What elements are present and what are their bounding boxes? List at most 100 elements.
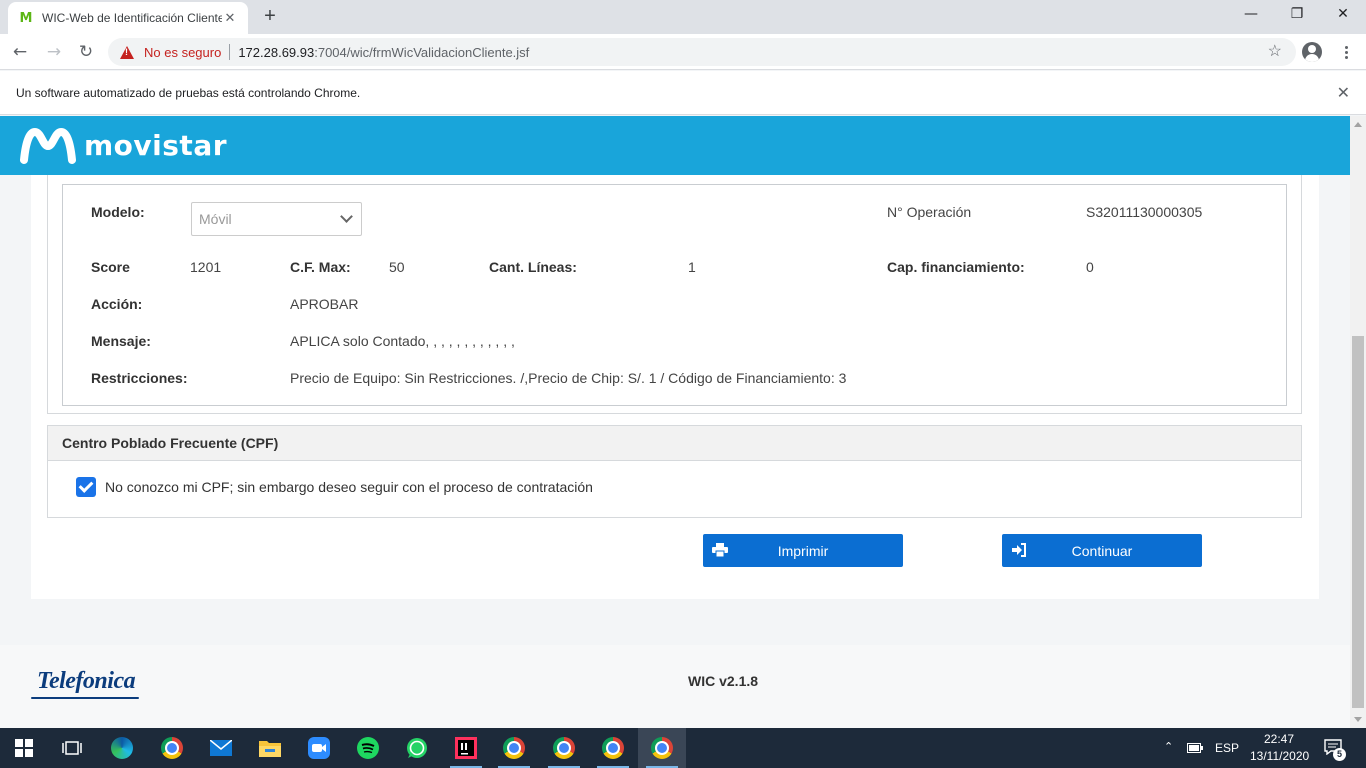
infobar-close-icon[interactable]: ✕ bbox=[1337, 83, 1350, 102]
task-view-icon bbox=[62, 741, 82, 755]
tray-overflow-icon[interactable]: ⌃ bbox=[1164, 740, 1173, 753]
page-viewport: movistar Modelo: Móvil N° Operación S320… bbox=[0, 116, 1350, 728]
taskbar-chrome-1[interactable] bbox=[148, 728, 196, 768]
mail-icon bbox=[210, 740, 232, 756]
mensaje-value: APLICA solo Contado, , , , , , , , , , ,… bbox=[290, 333, 515, 349]
windows-taskbar: ⌃ ESP 22:47 13/11/2020 5 bbox=[0, 728, 1366, 768]
address-separator bbox=[229, 44, 231, 60]
capfin-label: Cap. financiamiento: bbox=[887, 259, 1025, 275]
bookmark-star-icon[interactable]: ☆ bbox=[1268, 41, 1282, 61]
taskbar-intellij[interactable] bbox=[442, 728, 490, 768]
scroll-down-icon[interactable] bbox=[1354, 717, 1362, 722]
brand-name: movistar bbox=[84, 129, 228, 162]
lineas-label: Cant. Líneas: bbox=[489, 259, 577, 275]
taskbar-chrome-5[interactable] bbox=[638, 728, 686, 768]
taskbar-spotify[interactable] bbox=[344, 728, 392, 768]
cpf-checkbox[interactable] bbox=[76, 477, 96, 497]
taskbar-zoom[interactable] bbox=[295, 728, 343, 768]
language-indicator[interactable]: ESP bbox=[1215, 741, 1239, 755]
telefonica-logo-underline bbox=[31, 697, 139, 699]
battery-icon[interactable] bbox=[1187, 742, 1203, 754]
minimize-icon[interactable]: — bbox=[1228, 0, 1274, 30]
continue-button[interactable]: Continuar bbox=[1002, 534, 1202, 567]
browser-toolbar: ← → ↻ No es seguro 172.28.69.93:7004/wic… bbox=[0, 34, 1366, 70]
movistar-logo-icon bbox=[20, 127, 76, 164]
url-path[interactable]: :7004/wic/frmWicValidacionCliente.jsf bbox=[314, 45, 529, 60]
security-status[interactable]: No es seguro bbox=[144, 45, 221, 60]
modelo-select[interactable]: Móvil bbox=[191, 202, 362, 236]
app-version: WIC v2.1.8 bbox=[688, 673, 759, 689]
score-label: Score bbox=[91, 259, 130, 275]
chrome-icon bbox=[161, 737, 183, 759]
more-menu-icon[interactable] bbox=[1336, 42, 1356, 62]
cpf-option[interactable]: No conozco mi CPF; sin embargo deseo seg… bbox=[76, 477, 593, 497]
task-view-button[interactable] bbox=[48, 728, 96, 768]
new-tab-icon[interactable]: + bbox=[258, 5, 282, 29]
intellij-icon bbox=[455, 737, 477, 759]
movistar-favicon-icon: M bbox=[19, 10, 33, 26]
modelo-selected-value: Móvil bbox=[199, 211, 232, 227]
start-button[interactable] bbox=[0, 728, 48, 768]
telefonica-logo: Telefonica bbox=[37, 668, 136, 694]
page-scrollbar[interactable] bbox=[1350, 116, 1366, 728]
operacion-value: S32011130000305 bbox=[1086, 204, 1203, 220]
reload-icon[interactable]: ↻ bbox=[74, 40, 98, 64]
forward-icon[interactable]: → bbox=[42, 40, 66, 64]
taskbar-mail[interactable] bbox=[197, 728, 245, 768]
scroll-up-icon[interactable] bbox=[1354, 122, 1362, 127]
score-value: 1201 bbox=[190, 259, 222, 275]
warning-icon[interactable] bbox=[120, 45, 134, 59]
address-bar[interactable]: No es seguro 172.28.69.93:7004/wic/frmWi… bbox=[108, 38, 1296, 66]
print-button-label: Imprimir bbox=[777, 542, 829, 559]
sign-in-icon bbox=[1012, 543, 1026, 557]
profile-icon[interactable] bbox=[1302, 42, 1322, 62]
close-window-icon[interactable]: ✕ bbox=[1320, 0, 1366, 30]
zoom-icon bbox=[308, 737, 330, 759]
whatsapp-icon bbox=[407, 738, 427, 758]
taskbar-edge[interactable] bbox=[98, 728, 146, 768]
url-host[interactable]: 172.28.69.93 bbox=[238, 45, 314, 60]
restricciones-value: Precio de Equipo: Sin Restricciones. /,P… bbox=[290, 370, 847, 386]
cpf-panel: Centro Poblado Frecuente (CPF) No conozc… bbox=[47, 425, 1302, 518]
clock-time[interactable]: 22:47 bbox=[1264, 732, 1294, 746]
cfmax-label: C.F. Max: bbox=[290, 259, 351, 275]
chrome-icon bbox=[602, 737, 624, 759]
taskbar-chrome-3[interactable] bbox=[540, 728, 588, 768]
restore-icon[interactable]: ❐ bbox=[1274, 0, 1320, 30]
capfin-value: 0 bbox=[1086, 259, 1094, 275]
lineas-value: 1 bbox=[688, 259, 696, 275]
taskbar-explorer[interactable] bbox=[246, 728, 294, 768]
windows-logo-icon bbox=[15, 739, 33, 757]
folder-icon bbox=[259, 741, 281, 757]
notification-count-badge: 5 bbox=[1333, 748, 1346, 761]
spotify-icon bbox=[357, 737, 379, 759]
accion-value: APROBAR bbox=[290, 296, 359, 312]
taskbar-whatsapp[interactable] bbox=[393, 728, 441, 768]
taskbar-chrome-2[interactable] bbox=[490, 728, 538, 768]
site-header: movistar bbox=[0, 116, 1350, 175]
back-icon[interactable]: ← bbox=[8, 40, 32, 64]
scrollbar-thumb[interactable] bbox=[1352, 336, 1364, 708]
chrome-icon bbox=[553, 737, 575, 759]
edge-icon bbox=[111, 737, 133, 759]
print-button[interactable]: Imprimir bbox=[703, 534, 903, 567]
cfmax-value: 50 bbox=[389, 259, 405, 275]
site-footer: Telefonica WIC v2.1.8 bbox=[0, 645, 1350, 728]
clock-date[interactable]: 13/11/2020 bbox=[1250, 749, 1309, 763]
cpf-checkbox-label[interactable]: No conozco mi CPF; sin embargo deseo seg… bbox=[105, 479, 593, 495]
chevron-down-icon bbox=[340, 210, 353, 223]
evaluation-details: Modelo: Móvil N° Operación S320111300003… bbox=[62, 184, 1287, 406]
accion-label: Acción: bbox=[91, 296, 143, 312]
continue-button-label: Continuar bbox=[1071, 542, 1133, 559]
tab-title: WIC-Web de Identificación Cliente bbox=[42, 11, 222, 25]
tab-close-icon[interactable]: ✕ bbox=[222, 10, 238, 26]
browser-tab[interactable]: M WIC-Web de Identificación Cliente ✕ bbox=[8, 2, 248, 34]
printer-icon bbox=[712, 543, 728, 557]
taskbar-chrome-4[interactable] bbox=[589, 728, 637, 768]
automation-infobar: Un software automatizado de pruebas está… bbox=[0, 71, 1366, 115]
evaluation-panel: Modelo: Móvil N° Operación S320111300003… bbox=[47, 175, 1302, 414]
chrome-icon bbox=[651, 737, 673, 759]
cpf-title: Centro Poblado Frecuente (CPF) bbox=[48, 426, 1301, 461]
infobar-text: Un software automatizado de pruebas está… bbox=[16, 85, 361, 100]
main-card: Modelo: Móvil N° Operación S320111300003… bbox=[31, 175, 1319, 599]
